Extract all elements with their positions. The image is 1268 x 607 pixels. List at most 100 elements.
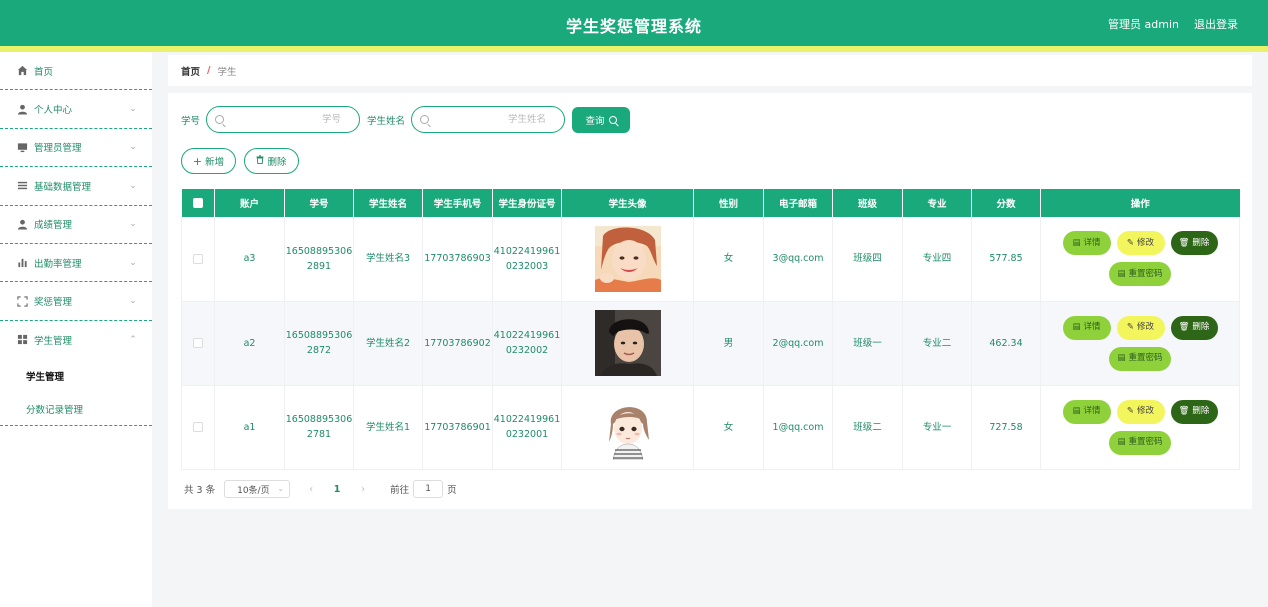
name-cell: 学生姓名3 [353, 217, 423, 302]
student-submenu: 学生管理 分数记录管理 [0, 359, 152, 427]
query-button[interactable]: 查询 [572, 106, 631, 133]
column-header: 专业 [902, 189, 972, 217]
student-no-cell: 165088953062891 [284, 217, 354, 302]
major-cell: 专业四 [902, 217, 972, 302]
sidebar-subitem-score-records[interactable]: 分数记录管理 [0, 392, 152, 425]
document-icon: ▤ [1117, 268, 1126, 279]
chevron-up-icon: ⌃ [129, 334, 137, 345]
edit-button[interactable]: ✎ 修改 [1116, 231, 1165, 256]
add-button[interactable]: + 新增 [181, 148, 236, 174]
action-toolbar: + 新增 删除 [181, 148, 299, 174]
row-select-cell [181, 301, 215, 386]
column-header: 学生头像 [561, 189, 694, 217]
avatar [594, 394, 661, 460]
page-size-value: 10条/页 [237, 485, 270, 496]
sidebar-item-label: 个人中心 [34, 105, 73, 117]
reset-label: 重置密码 [1128, 353, 1163, 363]
reset-password-button[interactable]: ▤ 重置密码 [1109, 430, 1171, 455]
main-content: 学号 学生姓名 查询 + 新增 删除 [168, 93, 1252, 509]
class-cell: 班级二 [832, 385, 903, 470]
sidebar-item-base-data[interactable]: 基础数据管理 ⌄ [0, 167, 152, 206]
breadcrumb: 首页 / 学生 [168, 55, 1252, 86]
row-checkbox[interactable] [193, 253, 203, 264]
header-accent-strip [0, 46, 1268, 52]
pencil-icon: ✎ [1126, 406, 1135, 416]
delete-button-label: 删除 [267, 157, 287, 168]
row-checkbox[interactable] [193, 422, 203, 432]
reset-password-button[interactable]: ▤ 重置密码 [1109, 262, 1171, 287]
sidebar-item-rewards[interactable]: 奖惩管理 ⌄ [0, 282, 152, 321]
detail-label: 详情 [1083, 237, 1101, 248]
sidebar-item-students[interactable]: 学生管理 ⌃ [0, 321, 152, 359]
delete-button[interactable]: 🗑 删除 [1170, 315, 1218, 340]
search-icon [608, 115, 617, 124]
prev-page-button[interactable]: ‹ [302, 484, 320, 495]
reset-password-button[interactable]: ▤ 重置密码 [1109, 346, 1171, 371]
column-header: 账户 [214, 189, 285, 217]
column-header: 班级 [832, 189, 903, 217]
sidebar-item-grades[interactable]: 成绩管理 ⌄ [0, 206, 152, 244]
detail-button[interactable]: ▤ 详情 [1062, 315, 1111, 340]
avatar [594, 310, 661, 376]
column-header: 操作 [1040, 189, 1240, 217]
edit-label: 修改 [1137, 237, 1155, 248]
sidebar-item-label: 首页 [34, 66, 54, 78]
batch-delete-button[interactable]: 删除 [244, 148, 299, 174]
row-select-cell [181, 385, 215, 470]
goto-label: 前往 [390, 485, 410, 496]
edit-button[interactable]: ✎ 修改 [1116, 315, 1165, 340]
sidebar-item-label: 出勤率管理 [34, 258, 82, 270]
page-number[interactable]: 1 [320, 484, 354, 495]
reset-label: 重置密码 [1128, 437, 1163, 447]
breadcrumb-home[interactable]: 首页 [181, 64, 200, 78]
phone-cell: 17703786901 [422, 385, 493, 470]
delete-button[interactable]: 🗑 删除 [1170, 231, 1218, 256]
detail-button[interactable]: ▤ 详情 [1062, 231, 1111, 256]
logout-link[interactable]: 退出登录 [1194, 16, 1238, 32]
page-size-select[interactable]: 10条/页 ⌄ [224, 480, 291, 498]
document-icon: ▤ [1117, 437, 1126, 447]
operations-cell: ▤ 详情 ✎ 修改 🗑 删除 ▤ 重置密码 [1040, 301, 1240, 386]
student-no-cell: 165088953062872 [284, 301, 354, 386]
sidebar-item-admin[interactable]: 管理员管理 ⌄ [0, 129, 152, 168]
query-button-label: 查询 [585, 115, 605, 127]
trash-icon [256, 155, 264, 167]
name-cell: 学生姓名2 [353, 301, 423, 386]
chevron-down-icon: ⌄ [129, 104, 137, 115]
row-checkbox[interactable] [193, 338, 203, 348]
bar-chart-icon [16, 257, 28, 269]
edit-button[interactable]: ✎ 修改 [1116, 399, 1165, 424]
sidebar-subitem-student-manage[interactable]: 学生管理 [0, 359, 152, 392]
gender-cell: 女 [693, 385, 764, 470]
document-icon: ▤ [1072, 406, 1081, 416]
document-icon: ▤ [1072, 322, 1081, 332]
search-bar: 学号 学生姓名 查询 [181, 106, 631, 133]
operations-cell: ▤ 详情 ✎ 修改 🗑 删除 ▤ 重置密码 [1040, 217, 1240, 302]
phone-cell: 17703786902 [422, 301, 493, 386]
trash-icon: 🗑 [1178, 237, 1190, 248]
account-cell: a1 [214, 385, 285, 470]
list-icon [16, 180, 28, 192]
student-no-field [206, 106, 361, 133]
gender-cell: 女 [693, 217, 764, 302]
top-header: 学生奖惩管理系统 管理员 admin 退出登录 [0, 0, 1268, 46]
delete-button[interactable]: 🗑 删除 [1170, 399, 1218, 424]
select-all-checkbox[interactable] [192, 198, 203, 208]
row-select-cell [181, 217, 215, 302]
breadcrumb-current: 学生 [217, 66, 237, 78]
sidebar-item-attendance[interactable]: 出勤率管理 ⌄ [0, 244, 152, 283]
sidebar-item-label: 基础数据管理 [34, 181, 92, 193]
user-icon [16, 103, 28, 115]
column-header: 电子邮箱 [763, 189, 833, 217]
chevron-down-icon: ⌄ [129, 257, 137, 268]
goto-page-input[interactable] [413, 480, 444, 498]
student-name-field [411, 106, 566, 133]
student-no-input[interactable] [229, 114, 360, 125]
next-page-button[interactable]: › [354, 484, 372, 495]
chevron-down-icon: ⌄ [129, 142, 137, 153]
detail-button[interactable]: ▤ 详情 [1062, 399, 1111, 424]
home-icon [16, 65, 28, 77]
sidebar-item-home[interactable]: 首页 [0, 52, 152, 91]
sidebar-item-profile[interactable]: 个人中心 ⌄ [0, 90, 152, 129]
student-name-input[interactable] [434, 114, 565, 125]
